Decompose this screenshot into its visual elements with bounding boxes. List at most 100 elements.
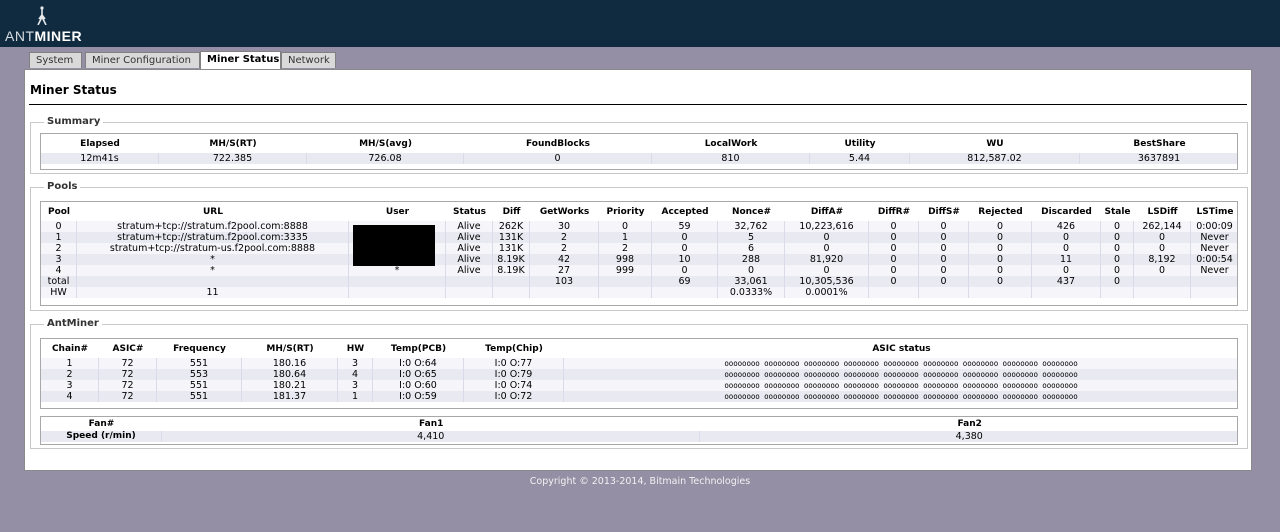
pool-cell: 0 — [969, 254, 1032, 265]
pool-cell: 11 — [77, 287, 349, 298]
fans-table: Fan# Fan1 Fan2 Speed (r/min) 4,410 4,380 — [41, 417, 1237, 442]
chain-cell: 551 — [157, 380, 242, 391]
pool-cell: 0 — [969, 232, 1032, 243]
pool-cell: 103 — [530, 276, 599, 287]
chain-header: Temp(PCB) — [390, 343, 447, 354]
pool-cell — [1032, 287, 1101, 298]
pool-cell: 0 — [919, 221, 969, 232]
summary-table-box: Elapsed MH/S(RT) MH/S(avg) FoundBlocks L… — [40, 133, 1238, 170]
antminer-legend: AntMiner — [44, 318, 102, 330]
pool-cell — [349, 276, 446, 287]
footer-copyright: Copyright © 2013-2014, Bitmain Technolog… — [529, 476, 751, 487]
pool-cell: 0 — [1101, 243, 1134, 254]
pool-header: Status — [453, 206, 486, 217]
chain-cell: I:0 O:77 — [464, 358, 564, 369]
pool-cell: 0 — [1101, 276, 1134, 287]
pool-cell: 32,762 — [718, 221, 785, 232]
pool-cell: Never — [1191, 232, 1237, 243]
summary-header: MH/S(avg) — [359, 138, 412, 149]
pool-cell: 2 — [41, 243, 77, 254]
pool-cell: 10,223,616 — [785, 221, 869, 232]
pool-cell: 0 — [1101, 221, 1134, 232]
chain-cell: 3 — [41, 380, 99, 391]
pool-row: 3 * Alive 8.19K 42 998 10 288 81,920 0 0 0 11 0 8,192 0… — [41, 254, 1237, 265]
summary-table: Elapsed MH/S(RT) MH/S(avg) FoundBlocks L… — [41, 134, 1237, 164]
pool-cell — [1191, 287, 1237, 298]
chain-header: Frequency — [173, 343, 226, 354]
chain-header: ASIC# — [112, 343, 144, 354]
pool-cell: 0 — [652, 265, 718, 276]
pool-cell: 1 — [599, 232, 652, 243]
chain-cell: 3 — [338, 380, 373, 391]
chain-header: Temp(Chip) — [485, 343, 543, 354]
pool-cell: 0 — [652, 243, 718, 254]
summary-mhs-avg: 726.08 — [307, 153, 464, 164]
pool-cell: 59 — [652, 221, 718, 232]
pool-row: 0 stratum+tcp://stratum.f2pool.com:8888 Al… — [41, 221, 1237, 232]
pool-header: Nonce# — [731, 206, 772, 217]
summary-values-row: 12m41s 722.385 726.08 0 810 5.44 812,587… — [41, 153, 1237, 164]
pool-cell — [1191, 276, 1237, 287]
summary-found-blocks: 0 — [464, 153, 652, 164]
pool-cell: 0 — [969, 276, 1032, 287]
pools-header-row: Pool URL User Status Diff GetWorks Priority Acc… — [41, 202, 1237, 221]
fan2-header: Fan2 — [957, 419, 982, 429]
chain-header: MH/S(RT) — [266, 343, 314, 354]
pools-table: Pool URL User Status Diff GetWorks Priority Acc… — [41, 202, 1237, 298]
redacted-user-block — [353, 225, 435, 266]
pool-cell: 0 — [869, 254, 919, 265]
pool-cell — [446, 287, 493, 298]
pool-cell: 0 — [1101, 265, 1134, 276]
pool-row: 2 stratum+tcp://stratum-us.f2pool.com:888… — [41, 243, 1237, 254]
pool-cell: 0 — [869, 265, 919, 276]
pool-cell: stratum+tcp://stratum.f2pool.com:8888 — [77, 221, 349, 232]
pool-cell — [1101, 287, 1134, 298]
chain-cell: 180.64 — [242, 369, 338, 380]
chain-cell: I:0 O:74 — [464, 380, 564, 391]
pool-cell: stratum+tcp://stratum.f2pool.com:3335 — [77, 232, 349, 243]
chain-cell: I:0 O:60 — [373, 380, 464, 391]
pool-cell: 0 — [1134, 232, 1191, 243]
pool-cell: 0:00:09 — [1191, 221, 1237, 232]
chain-cell: oooooooo oooooooo oooooooo oooooooo oooo… — [564, 358, 1237, 369]
pool-row: total 103 69 33,061 10,305,536 0 0 0 437 0 — [41, 276, 1237, 287]
pool-cell: 0 — [599, 221, 652, 232]
pool-cell: 10,305,536 — [785, 276, 869, 287]
fans-header-row: Fan# Fan1 Fan2 — [41, 417, 1237, 431]
chain-cell: 180.16 — [242, 358, 338, 369]
pool-cell: 0 — [1134, 243, 1191, 254]
chain-cell: 553 — [157, 369, 242, 380]
antminer-logo: ANTMINER — [5, 5, 82, 44]
pool-cell: 0.0333% — [718, 287, 785, 298]
tab-miner-configuration[interactable]: Miner Configuration — [85, 52, 200, 68]
pool-cell — [349, 287, 446, 298]
fan1-header: Fan1 — [419, 419, 444, 429]
pool-cell: 0 — [969, 243, 1032, 254]
pool-cell: 0 — [785, 232, 869, 243]
pool-cell: 0 — [1101, 232, 1134, 243]
pool-cell: Alive — [446, 254, 493, 265]
pool-cell — [919, 287, 969, 298]
pool-cell: 0 — [41, 221, 77, 232]
summary-legend: Summary — [44, 116, 104, 128]
tab-miner-status[interactable]: Miner Status — [200, 51, 281, 69]
chain-cell: 180.21 — [242, 380, 338, 391]
chain-cell: 1 — [338, 391, 373, 402]
tab-network[interactable]: Network — [281, 52, 336, 68]
summary-utility: 5.44 — [810, 153, 910, 164]
pool-cell: 6 — [718, 243, 785, 254]
fan-number-header: Fan# — [88, 419, 115, 429]
pool-cell: 0 — [869, 221, 919, 232]
chain-cell: 3 — [338, 358, 373, 369]
pool-cell: 30 — [530, 221, 599, 232]
pools-legend: Pools — [44, 181, 81, 193]
pool-cell: Alive — [446, 232, 493, 243]
chain-cell: 181.37 — [242, 391, 338, 402]
pool-cell: 0 — [718, 265, 785, 276]
chain-row: 1 72 551 180.16 3 I:0 O:64 I:0 O:77 oooooooo oo… — [41, 358, 1237, 369]
pool-cell: 8.19K — [493, 265, 530, 276]
tab-system[interactable]: System — [29, 52, 82, 68]
pool-cell: 0 — [919, 254, 969, 265]
pool-cell: 998 — [599, 254, 652, 265]
chain-cell: 72 — [99, 391, 157, 402]
